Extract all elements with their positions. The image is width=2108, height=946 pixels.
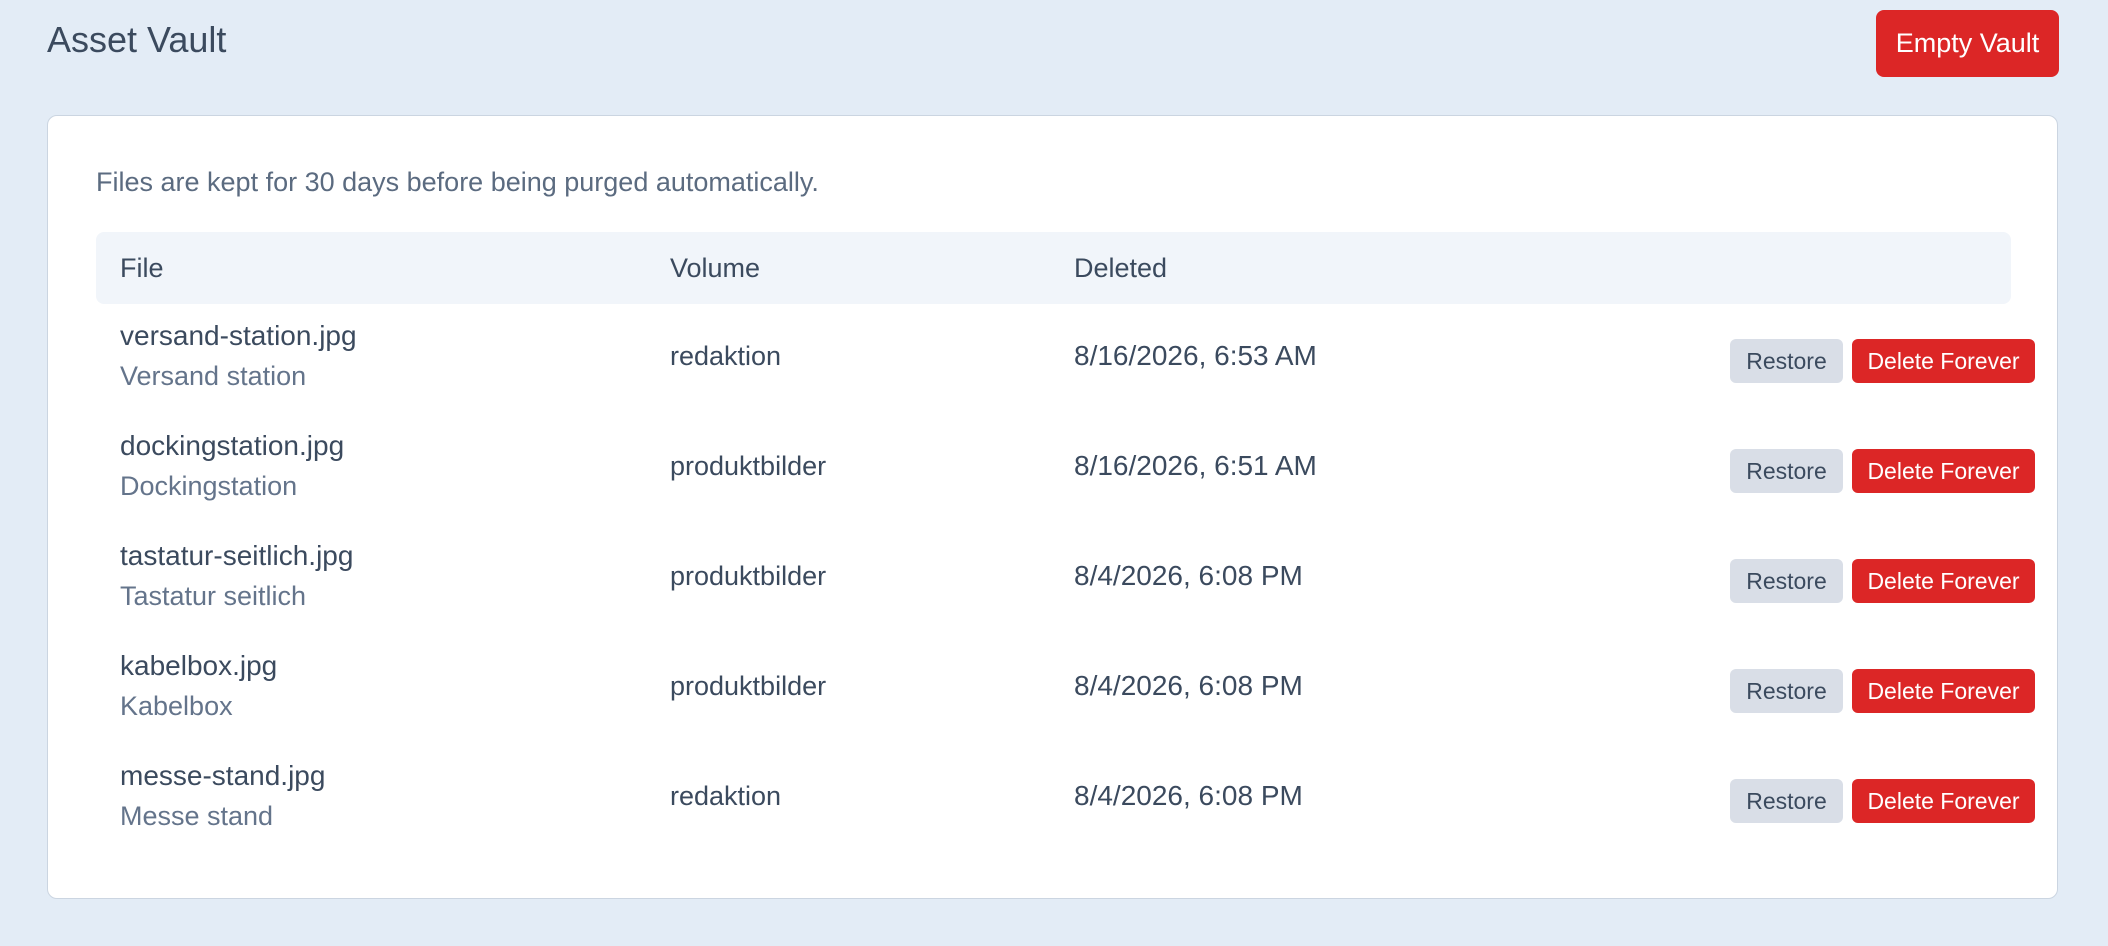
- delete-forever-button[interactable]: Delete Forever: [1852, 669, 2035, 713]
- table-row: tastatur-seitlich.jpg Tastatur seitlich …: [96, 524, 2035, 634]
- file-name: messe-stand.jpg: [120, 760, 326, 791]
- volume-name: produktbilder: [670, 561, 827, 591]
- file-name: kabelbox.jpg: [120, 650, 278, 681]
- file-title: Tastatur seitlich: [120, 581, 307, 611]
- deleted-at: 8/16/2026, 6:51 AM: [1074, 450, 1317, 481]
- table-header: File Volume Deleted: [96, 232, 2011, 304]
- delete-forever-button[interactable]: Delete Forever: [1852, 339, 2035, 383]
- delete-forever-button[interactable]: Delete Forever: [1852, 779, 2035, 823]
- deleted-at: 8/16/2026, 6:53 AM: [1074, 340, 1317, 371]
- deleted-at: 8/4/2026, 6:08 PM: [1074, 670, 1303, 701]
- volume-name: produktbilder: [670, 451, 827, 481]
- restore-button[interactable]: Restore: [1730, 669, 1843, 713]
- file-name: versand-station.jpg: [120, 320, 357, 351]
- file-list: versand-station.jpg Versand station reda…: [96, 304, 2035, 854]
- volume-name: redaktion: [670, 781, 782, 811]
- restore-button[interactable]: Restore: [1730, 449, 1843, 493]
- volume-name: produktbilder: [670, 671, 827, 701]
- delete-forever-button[interactable]: Delete Forever: [1852, 559, 2035, 603]
- file-title: Versand station: [120, 361, 307, 391]
- table-row: dockingstation.jpg Dockingstation produk…: [96, 414, 2035, 524]
- deleted-at: 8/4/2026, 6:08 PM: [1074, 780, 1303, 811]
- table-row: versand-station.jpg Versand station reda…: [96, 304, 2035, 414]
- column-header-volume: Volume: [670, 253, 761, 283]
- restore-button[interactable]: Restore: [1730, 779, 1843, 823]
- restore-button[interactable]: Restore: [1730, 559, 1843, 603]
- file-name: tastatur-seitlich.jpg: [120, 540, 354, 571]
- column-header-file: File: [120, 253, 164, 283]
- file-name: dockingstation.jpg: [120, 430, 345, 461]
- volume-name: redaktion: [670, 341, 782, 371]
- column-header-deleted: Deleted: [1074, 253, 1168, 283]
- table-row: messe-stand.jpg Messe stand redaktion 8/…: [96, 744, 2035, 854]
- file-title: Kabelbox: [120, 691, 233, 721]
- page-title: Asset Vault: [47, 19, 227, 60]
- delete-forever-button[interactable]: Delete Forever: [1852, 449, 2035, 493]
- empty-vault-button[interactable]: Empty Vault: [1876, 10, 2059, 77]
- deleted-at: 8/4/2026, 6:08 PM: [1074, 560, 1303, 591]
- retention-note: Files are kept for 30 days before being …: [96, 167, 819, 197]
- file-title: Dockingstation: [120, 471, 298, 501]
- restore-button[interactable]: Restore: [1730, 339, 1843, 383]
- table-row: kabelbox.jpg Kabelbox produktbilder 8/4/…: [96, 634, 2035, 744]
- trash-card: Files are kept for 30 days before being …: [47, 115, 2058, 899]
- file-title: Messe stand: [120, 801, 274, 831]
